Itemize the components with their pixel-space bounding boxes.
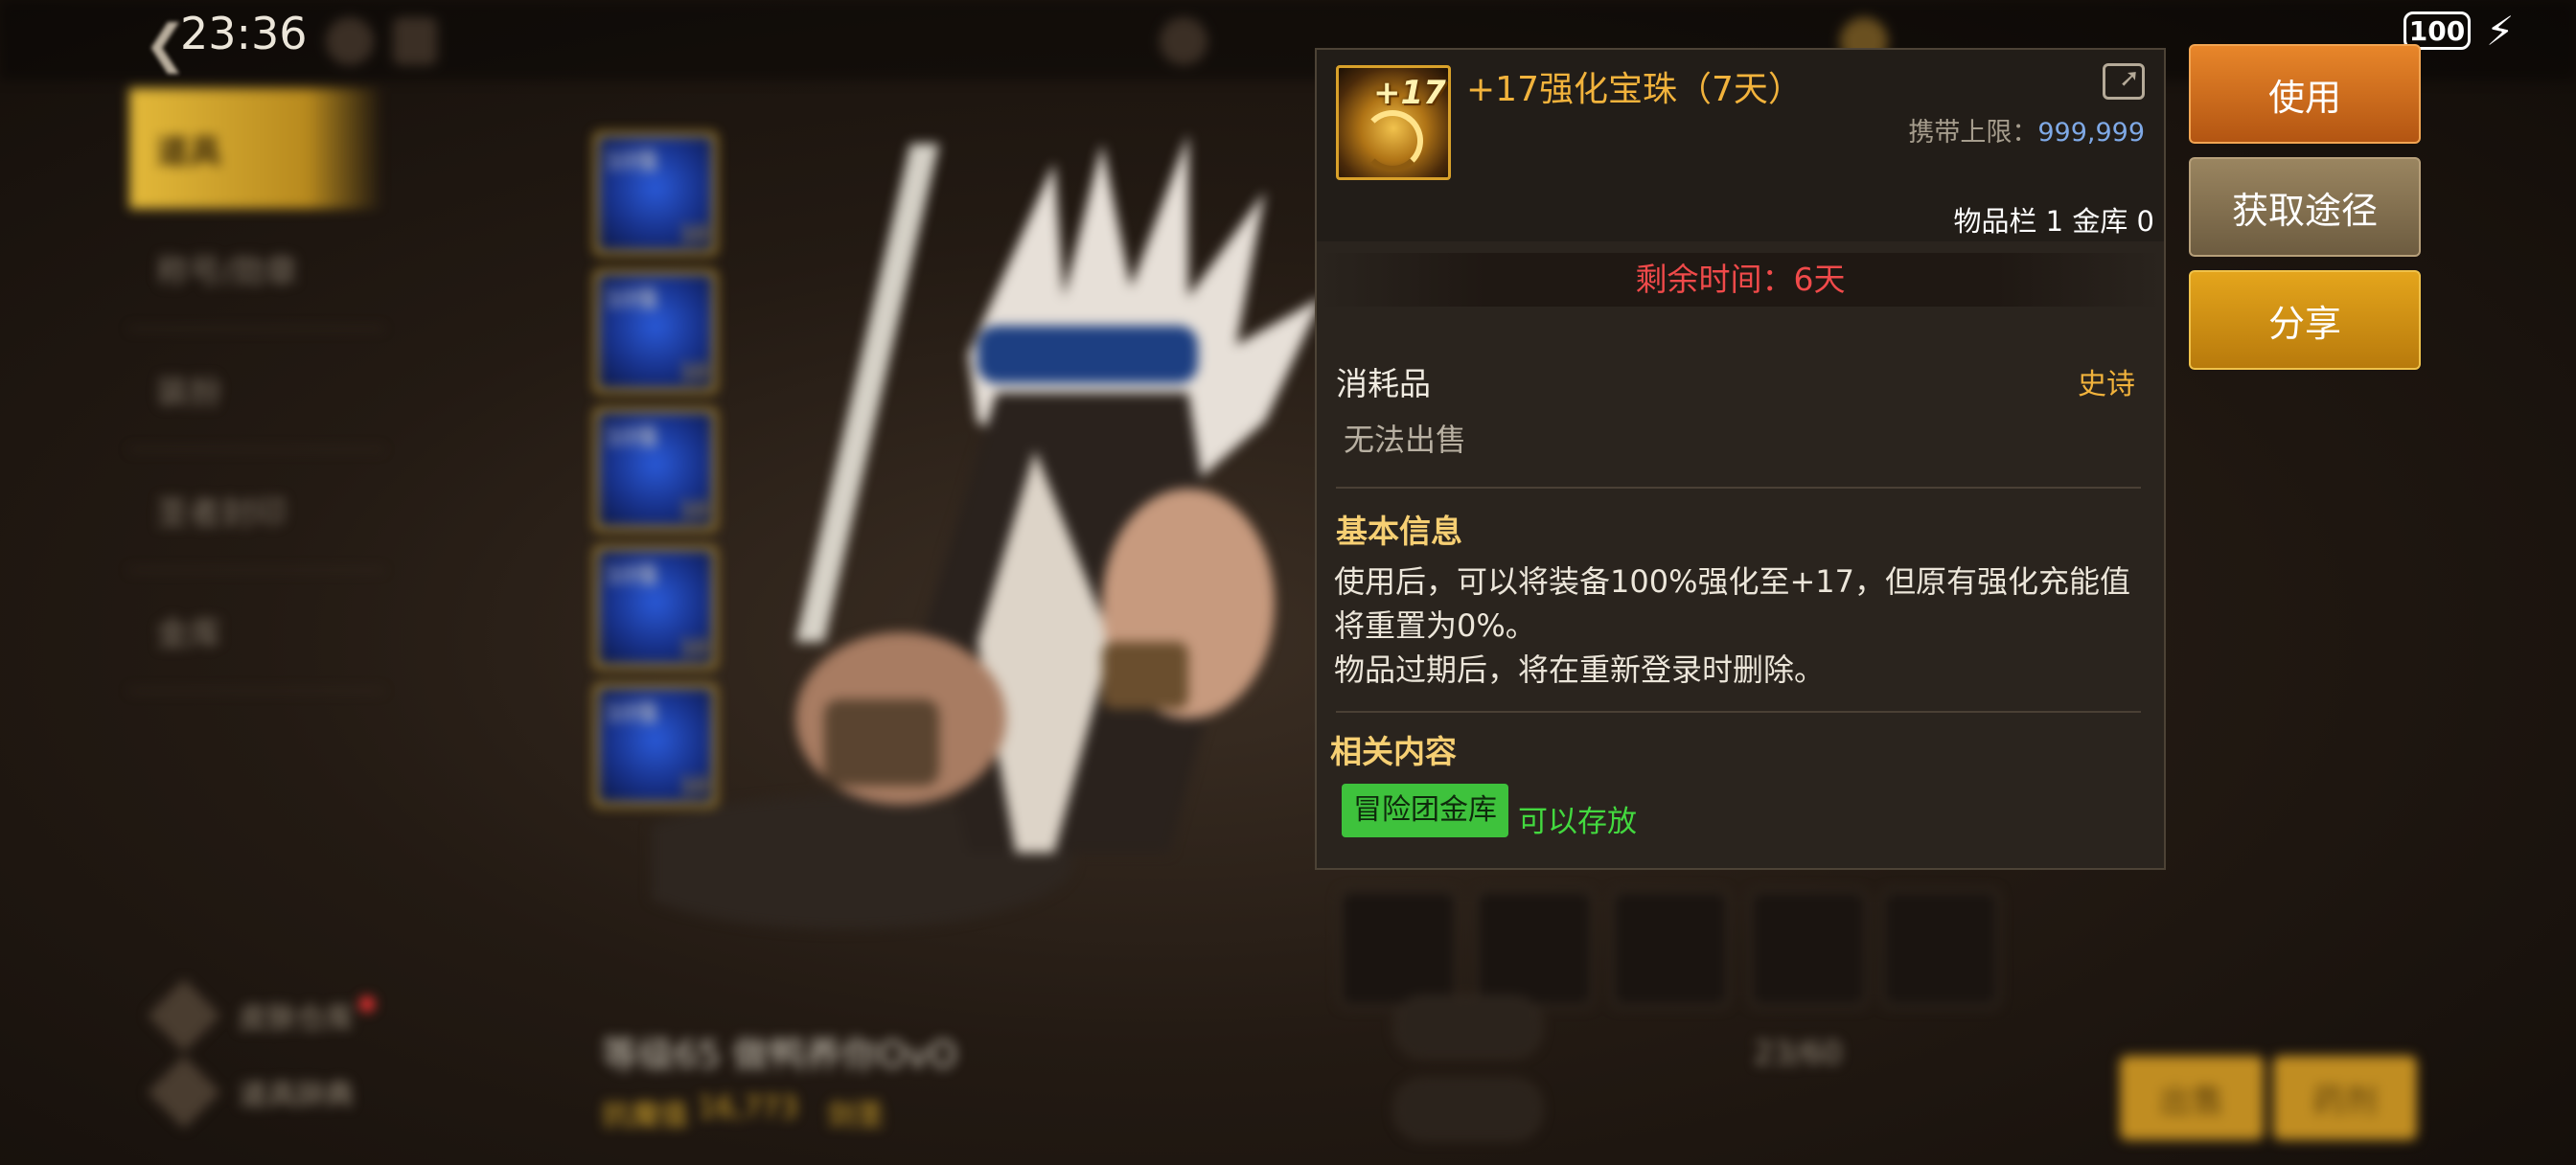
item-tooltip: +17 +17强化宝珠（7天） ➚ 携带上限：999,999 物品栏 1 金库 … bbox=[1315, 48, 2166, 870]
item-name: +17强化宝珠（7天） bbox=[1466, 70, 1803, 109]
power-label: 抗魔值 bbox=[602, 1099, 688, 1132]
character-class: 剑圣 bbox=[826, 1099, 885, 1132]
item-type: 消耗品 bbox=[1336, 365, 1431, 402]
item-grade: 史诗 bbox=[2078, 368, 2135, 401]
skin-storage-button[interactable]: 皮肤仓库 bbox=[147, 977, 375, 1054]
skin-storage-label: 皮肤仓库 bbox=[239, 1002, 354, 1036]
skin-icon bbox=[147, 978, 221, 1053]
inventory-slot[interactable] bbox=[1475, 889, 1594, 1008]
divider bbox=[1336, 711, 2141, 713]
enhance-orb-icon: +17 bbox=[1336, 65, 1451, 180]
item-dictionary-button[interactable]: 道具辞典 bbox=[147, 1054, 375, 1131]
currency-icon bbox=[1160, 17, 1208, 65]
item-dictionary-label: 道具辞典 bbox=[239, 1079, 354, 1112]
carry-limit-value: 999,999 bbox=[2037, 118, 2145, 148]
character-name: 等级65 做鸭养你OvO bbox=[602, 1034, 957, 1076]
related-title: 相关内容 bbox=[1330, 733, 1457, 770]
trade-restriction: 无法出售 bbox=[1344, 422, 1467, 458]
vault-tag: 冒险团金库 bbox=[1342, 784, 1508, 837]
inventory-slot[interactable] bbox=[1339, 889, 1458, 1008]
orb-swirl-icon bbox=[1362, 110, 1423, 171]
slot-level: 10强 bbox=[606, 699, 658, 726]
bottom-left-menu: 皮肤仓库 道具辞典 bbox=[147, 977, 375, 1131]
item-icon-label: +17 bbox=[1373, 74, 1446, 112]
nav-item-items[interactable]: 道具 bbox=[129, 88, 383, 209]
potion-button[interactable]: 药剂 bbox=[2273, 1056, 2417, 1140]
basic-info-title: 基本信息 bbox=[1336, 513, 1462, 550]
slot-level: 10强 bbox=[606, 286, 658, 312]
inventory-slot[interactable] bbox=[1611, 889, 1730, 1008]
auto-equip-button[interactable] bbox=[1394, 996, 1542, 1058]
nav-item-titles[interactable]: 称号/勋章 bbox=[129, 209, 383, 330]
item-description: 使用后，可以将装备100%强化至+17，但原有强化充能值将重置为0%。 物品过期… bbox=[1334, 560, 2149, 692]
character-info: 等级65 做鸭养你OvO 抗魔值 16,773 剑圣 bbox=[602, 1025, 957, 1133]
help-icon[interactable] bbox=[326, 17, 374, 65]
inventory-slot[interactable] bbox=[1881, 889, 2000, 1008]
description-line: 物品过期后，将在重新登录时删除。 bbox=[1334, 651, 1826, 688]
calendar-icon[interactable] bbox=[393, 17, 437, 65]
dictionary-icon bbox=[147, 1055, 221, 1130]
nav-item-costume[interactable]: 装扮 bbox=[129, 330, 383, 450]
slot-level: 10强 bbox=[606, 148, 658, 174]
inventory-slot[interactable] bbox=[1749, 889, 1868, 1008]
sell-button[interactable]: 出售 bbox=[2120, 1056, 2264, 1140]
carry-limit-label: 携带上限： bbox=[1908, 118, 2038, 148]
use-button[interactable]: 使用 bbox=[2189, 44, 2421, 144]
power-value: 16,773 bbox=[698, 1091, 798, 1125]
description-line: 使用后，可以将装备100%强化至+17，但原有强化充能值将重置为0%。 bbox=[1334, 563, 2131, 644]
carry-limit: 携带上限：999,999 bbox=[1908, 111, 2145, 148]
status-clock: 23:36 bbox=[180, 8, 308, 59]
divider bbox=[1336, 487, 2141, 489]
slot-level: 10强 bbox=[606, 423, 658, 450]
share-link-icon[interactable]: ➚ bbox=[2103, 63, 2145, 100]
remaining-time: 剩余时间：6天 bbox=[1317, 253, 2164, 307]
character-portrait bbox=[652, 134, 1322, 929]
category-nav: 道具 称号/勋章 装扮 圣者封印 金库 bbox=[129, 88, 383, 692]
storage-count: 物品栏 1 金库 0 bbox=[1953, 205, 2154, 238]
share-button[interactable]: 分享 bbox=[2189, 270, 2421, 370]
forge-button[interactable] bbox=[1394, 1079, 1542, 1140]
slot-level: 10强 bbox=[606, 561, 658, 588]
obtain-path-button[interactable]: 获取途径 bbox=[2189, 157, 2421, 257]
charging-icon: ⚡ bbox=[2486, 8, 2515, 55]
inventory-count: 23/60 bbox=[1754, 1035, 1843, 1071]
notification-dot bbox=[359, 996, 375, 1012]
nav-item-vault[interactable]: 金库 bbox=[129, 571, 383, 692]
nav-item-seal[interactable]: 圣者封印 bbox=[129, 450, 383, 571]
vault-note: 可以存放 bbox=[1518, 805, 1637, 839]
